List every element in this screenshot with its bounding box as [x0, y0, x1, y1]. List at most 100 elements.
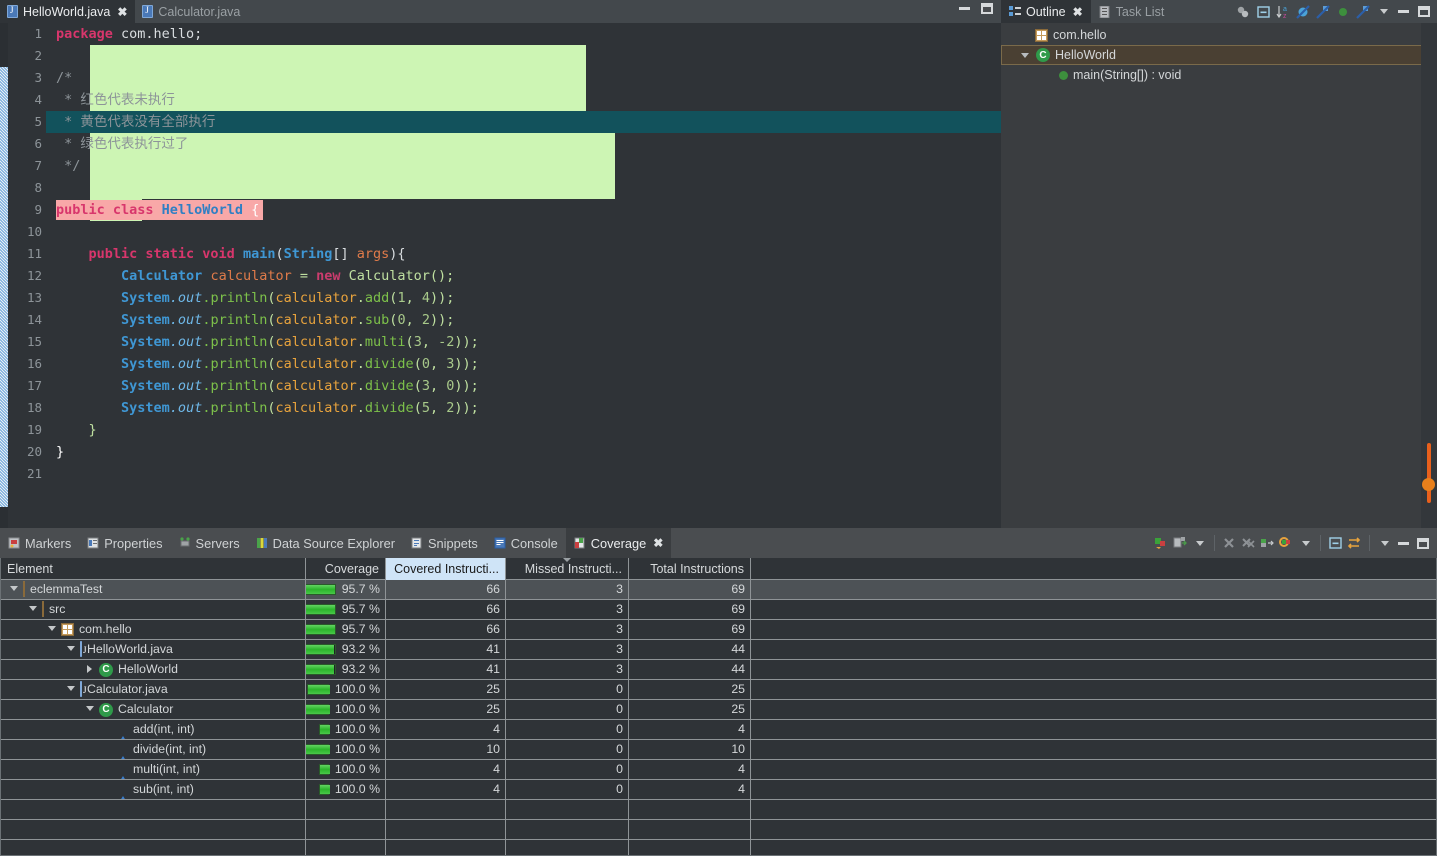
tab-markers[interactable]: Markers [0, 528, 79, 558]
view-menu-icon[interactable] [1376, 535, 1393, 551]
maximize-icon[interactable] [1414, 535, 1431, 551]
scroll-marker-bar [1427, 443, 1431, 503]
minimize-icon[interactable] [1395, 4, 1412, 20]
collapse-all-icon[interactable] [1327, 535, 1344, 551]
table-row[interactable]: eclemmaTest 95.7 % 66 3 69 [1, 580, 1436, 600]
table-row[interactable]: C Calculator 100.0 % 25 0 25 [1, 700, 1436, 720]
table-row[interactable]: sub(int, int) 100.0 % 4 0 4 [1, 780, 1436, 800]
hide-static-icon[interactable] [1315, 4, 1332, 20]
line-number: 18 [26, 400, 42, 415]
coverage-table[interactable]: Element Coverage Covered Instructi... Mi… [0, 558, 1437, 856]
cell-coverage: 100.0 % [306, 780, 386, 799]
tab-outline[interactable]: Outline ✖ [1001, 0, 1091, 23]
chevron-down-icon[interactable] [1020, 50, 1031, 61]
tab-coverage[interactable]: Coverage ✖ [565, 528, 672, 558]
coverage-percent: 100.0 % [334, 722, 380, 736]
column-header-coverage[interactable]: Coverage [306, 558, 386, 580]
table-row[interactable]: com.hello 95.7 % 66 3 69 [1, 620, 1436, 640]
close-icon[interactable]: ✖ [1073, 5, 1083, 19]
outline-icon [1009, 5, 1021, 16]
tab-servers[interactable]: Servers [171, 528, 248, 558]
close-icon[interactable]: ✖ [653, 536, 663, 550]
code-area[interactable]: 1 2 3 4 5 6 7 8 9 10 11 12 13 14 15 16 1 [0, 23, 1001, 528]
view-menu-icon[interactable] [1375, 4, 1392, 20]
coverage-bar [306, 744, 330, 755]
tab-snippets[interactable]: Snippets [403, 528, 486, 558]
outline-item-package[interactable]: com.hello [1001, 25, 1437, 45]
element-label: Calculator [118, 702, 174, 716]
column-header-covered-instructions[interactable]: Covered Instructi... [386, 558, 506, 580]
coverage-bar [318, 764, 330, 775]
select-counters-icon[interactable] [1278, 535, 1295, 551]
bottom-tab-bar: Markers Properties Servers Data Source E… [0, 528, 1437, 558]
cell-total-instructions: 25 [629, 680, 751, 699]
editor-overview-ruler[interactable] [1421, 23, 1437, 528]
element-label: sub(int, int) [133, 782, 194, 796]
cell-covered-instructions: 66 [386, 600, 506, 619]
table-row[interactable]: add(int, int) 100.0 % 4 0 4 [1, 720, 1436, 740]
method-icon [118, 722, 128, 739]
hide-non-public-icon[interactable] [1335, 4, 1352, 20]
coverage-percent: 95.7 % [341, 622, 380, 636]
chevron-down-icon[interactable] [85, 705, 95, 715]
table-row[interactable]: src 95.7 % 66 3 69 [1, 600, 1436, 620]
chevron-down-icon[interactable] [9, 585, 19, 595]
tab-task-list[interactable]: Task List [1091, 0, 1173, 23]
method-icon [1059, 70, 1068, 80]
remove-session-icon[interactable] [1221, 535, 1238, 551]
outline-item-helloworld[interactable]: C HelloWorld [1001, 45, 1437, 65]
import-session-icon[interactable] [1172, 535, 1189, 551]
chevron-right-icon[interactable] [85, 664, 95, 675]
outline-item-main-method[interactable]: main(String[]) : void [1001, 65, 1437, 85]
top-region: HelloWorld.java ✖ Calculator.java 1 [0, 0, 1437, 528]
cell-element: Calculator.java [1, 680, 306, 699]
hide-fields-icon[interactable] [1295, 4, 1312, 20]
tab-data-source-explorer[interactable]: Data Source Explorer [248, 528, 403, 558]
chevron-down-icon[interactable] [66, 685, 76, 695]
tab-console[interactable]: Console [486, 528, 566, 558]
editor-tab-helloworld[interactable]: HelloWorld.java ✖ [0, 0, 136, 23]
chevron-down-icon[interactable] [28, 605, 38, 615]
coverage-bar [306, 644, 336, 655]
coverage-percent: 100.0 % [334, 682, 380, 696]
table-row[interactable]: Calculator.java 100.0 % 25025 [1, 680, 1436, 700]
cell-total-instructions: 44 [629, 640, 751, 659]
maximize-icon[interactable] [1415, 4, 1432, 20]
coverage-table-body[interactable]: eclemmaTest 95.7 % 66 3 69 src 95.7 % 66 3 69 com.… [1, 580, 1436, 855]
column-header-element[interactable]: Element [1, 558, 306, 580]
table-row[interactable]: C HelloWorld 93.2 % 41 3 44 [1, 660, 1436, 680]
remove-all-sessions-icon[interactable] [1240, 535, 1257, 551]
focus-on-active-task-icon[interactable] [1235, 4, 1252, 20]
dropdown-icon[interactable] [1191, 535, 1208, 551]
close-icon[interactable]: ✖ [117, 5, 127, 19]
column-header-total-instructions[interactable]: Total Instructions [629, 558, 751, 580]
chevron-down-icon[interactable] [66, 645, 76, 655]
cell-element: HelloWorld.java [1, 640, 306, 659]
editor-tab-calculator[interactable]: Calculator.java [135, 0, 248, 23]
collapse-all-icon[interactable] [1255, 4, 1272, 20]
counters-dropdown-icon[interactable] [1297, 535, 1314, 551]
hide-local-types-icon[interactable] [1355, 4, 1372, 20]
cell-filler [751, 720, 1436, 739]
chevron-down-icon[interactable] [47, 625, 57, 635]
coverage-bar [306, 704, 330, 715]
svg-text:z: z [1283, 13, 1287, 20]
eclipse-workbench: HelloWorld.java ✖ Calculator.java 1 [0, 0, 1437, 856]
table-row[interactable]: HelloWorld.java 93.2 % 41344 [1, 640, 1436, 660]
cell-missed-instructions: 0 [506, 780, 629, 799]
table-row[interactable]: divide(int, int) 100.0 % 10 0 10 [1, 740, 1436, 760]
tab-properties[interactable]: Properties [79, 528, 170, 558]
minimize-icon[interactable] [956, 1, 973, 16]
sort-alphabetically-icon[interactable]: az [1275, 4, 1292, 20]
package-icon [61, 623, 74, 636]
cell-covered-instructions: 66 [386, 580, 506, 599]
link-with-selection-icon[interactable] [1346, 535, 1363, 551]
export-session-icon[interactable] [1259, 535, 1276, 551]
coverage-session-icon[interactable] [1153, 535, 1170, 551]
minimize-icon[interactable] [1395, 535, 1412, 551]
outline-tree[interactable]: com.hello C HelloWorld main(String[]) : … [1001, 23, 1437, 528]
table-row[interactable]: multi(int, int) 100.0 % 4 0 4 [1, 760, 1436, 780]
column-header-missed-instructions[interactable]: Missed Instructi... [506, 558, 629, 580]
maximize-icon[interactable] [978, 1, 995, 16]
code-text[interactable]: package com.hello; /* * 红色代表未执行 * 黄色代表没有… [46, 23, 1001, 528]
